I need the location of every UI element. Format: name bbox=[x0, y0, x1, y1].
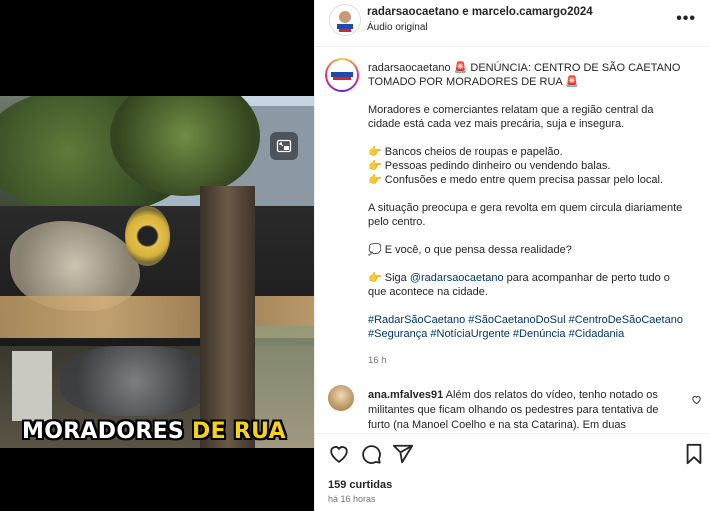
picture-in-picture-button[interactable] bbox=[270, 132, 298, 160]
bullet-item: 👉 Pessoas pedindo dinheiro ou vendendo b… bbox=[368, 159, 686, 173]
post-paragraph: A situação preocupa e gera revolta em qu… bbox=[368, 202, 683, 228]
logo-bar bbox=[333, 77, 351, 80]
comment: ana.mfalves91 Além dos relatos do vídeo,… bbox=[368, 388, 678, 432]
post-media[interactable]: MORADORES DE RUA bbox=[0, 0, 314, 511]
bullet-text: Bancos cheios de roupas e papelão. bbox=[384, 146, 563, 158]
more-options-icon[interactable]: ••• bbox=[676, 10, 696, 28]
pointing-emoji: 👉 bbox=[368, 272, 382, 284]
video-caption-white: MORADORES bbox=[22, 419, 185, 444]
post-paragraph: Moradores e comerciantes relatam que a r… bbox=[368, 104, 654, 130]
author-avatar[interactable] bbox=[329, 4, 361, 36]
bullet-item: 👉 Bancos cheios de roupas e papelão. bbox=[368, 145, 686, 159]
post-follow: 👉 Siga @radarsaocaetano para acompanhar … bbox=[368, 271, 686, 299]
heart-icon bbox=[692, 396, 701, 405]
post-date: há 16 horas bbox=[328, 494, 376, 504]
header-usernames[interactable]: radarsaocaetano e marcelo.camargo2024 bbox=[367, 6, 593, 18]
save-button[interactable] bbox=[684, 443, 704, 470]
post-caption: radarsaocaetano 🚨 DENÚNCIA: CENTRO DE SÃ… bbox=[368, 61, 686, 341]
share-button[interactable] bbox=[392, 443, 414, 470]
post-header: radarsaocaetano e marcelo.camargo2024 Áu… bbox=[315, 0, 709, 47]
video-caption: MORADORES DE RUA bbox=[22, 419, 286, 444]
likes-count[interactable]: 159 curtidas bbox=[328, 479, 392, 491]
post-panel: radarsaocaetano e marcelo.camargo2024 Áu… bbox=[314, 0, 709, 511]
hashtags[interactable]: #RadarSãoCaetano #SãoCaetanoDoSul #Centr… bbox=[368, 313, 686, 341]
thought-emoji: 💭 bbox=[368, 244, 382, 256]
video-scene-belongings bbox=[60, 346, 210, 416]
post-time: 16 h bbox=[368, 355, 387, 366]
video-caption-yellow: DE RUA bbox=[184, 419, 286, 444]
heart-icon bbox=[330, 446, 348, 463]
mention-link[interactable]: @radarsaocaetano bbox=[410, 272, 504, 284]
siren-emoji: 🚨 bbox=[453, 62, 468, 74]
video-scene-mural bbox=[125, 206, 170, 266]
like-button[interactable] bbox=[328, 443, 350, 470]
author-avatar-image bbox=[337, 11, 353, 32]
post-author-avatar[interactable] bbox=[325, 58, 359, 92]
bullet-text: Pessoas pedindo dinheiro ou vendendo bal… bbox=[384, 160, 611, 172]
video-player[interactable] bbox=[0, 96, 314, 448]
post-headline: radarsaocaetano 🚨 DENÚNCIA: CENTRO DE SÃ… bbox=[368, 61, 686, 89]
pointing-emoji: 👉 bbox=[368, 160, 382, 172]
share-icon bbox=[392, 444, 414, 464]
pointing-emoji: 👉 bbox=[368, 174, 382, 186]
bookmark-icon bbox=[686, 443, 702, 465]
comment-like-button[interactable] bbox=[691, 392, 702, 410]
post-username[interactable]: radarsaocaetano bbox=[368, 62, 451, 74]
action-bar bbox=[315, 443, 709, 467]
picture-in-picture-icon bbox=[276, 139, 292, 153]
audio-label[interactable]: Áudio original bbox=[367, 22, 428, 33]
commenter-username[interactable]: ana.mfalves91 bbox=[368, 389, 443, 401]
video-scene-trunk bbox=[200, 186, 255, 448]
post-author-avatar-image bbox=[327, 60, 357, 90]
comment-icon bbox=[362, 445, 381, 464]
siren-emoji: 🚨 bbox=[565, 76, 579, 88]
bullet-text: Confusões e medo entre quem precisa pass… bbox=[384, 174, 663, 186]
post-question: 💭 E você, o que pensa dessa realidade? bbox=[368, 243, 686, 257]
commenter-avatar[interactable] bbox=[328, 385, 354, 411]
follow-prefix: Siga bbox=[384, 272, 410, 284]
comment-button[interactable] bbox=[360, 443, 382, 470]
video-scene-pillar bbox=[12, 351, 52, 421]
bullet-item: 👉 Confusões e medo entre quem precisa pa… bbox=[368, 173, 686, 187]
question-text: E você, o que pensa dessa realidade? bbox=[384, 244, 572, 256]
divider bbox=[315, 433, 709, 434]
pointing-emoji: 👉 bbox=[368, 146, 382, 158]
